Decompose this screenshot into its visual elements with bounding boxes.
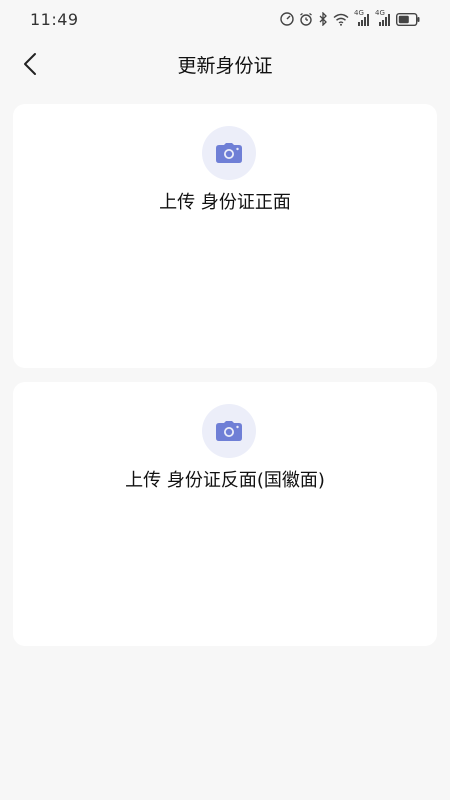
status-bar: 11:49 4G 4G [0,0,450,38]
upload-id-front-card[interactable]: 上传 身份证正面 [13,104,437,368]
signal-icon-1: 4G [354,9,370,26]
signal-icon-2: 4G [375,9,391,26]
upload-id-back-label: 上传 身份证反面(国徽面) [125,470,325,491]
header: 更新身份证 [0,38,450,90]
camera-button[interactable] [202,126,256,180]
status-icons: 4G 4G [280,9,420,28]
page-title: 更新身份证 [177,55,273,77]
alarm-icon [300,12,312,26]
camera-icon [216,421,242,441]
network-type-label: 4G [354,9,364,17]
bluetooth-icon [319,12,327,26]
upload-id-front-label: 上传 身份证正面 [159,192,291,213]
camera-button[interactable] [202,404,256,458]
network-type-label: 4G [375,9,385,17]
upload-id-back-card[interactable]: 上传 身份证反面(国徽面) [13,382,437,646]
camera-icon [216,143,242,163]
battery-icon [396,12,420,26]
speedometer-icon [280,12,294,26]
wifi-icon [333,13,349,26]
status-time: 11:49 [30,10,79,29]
